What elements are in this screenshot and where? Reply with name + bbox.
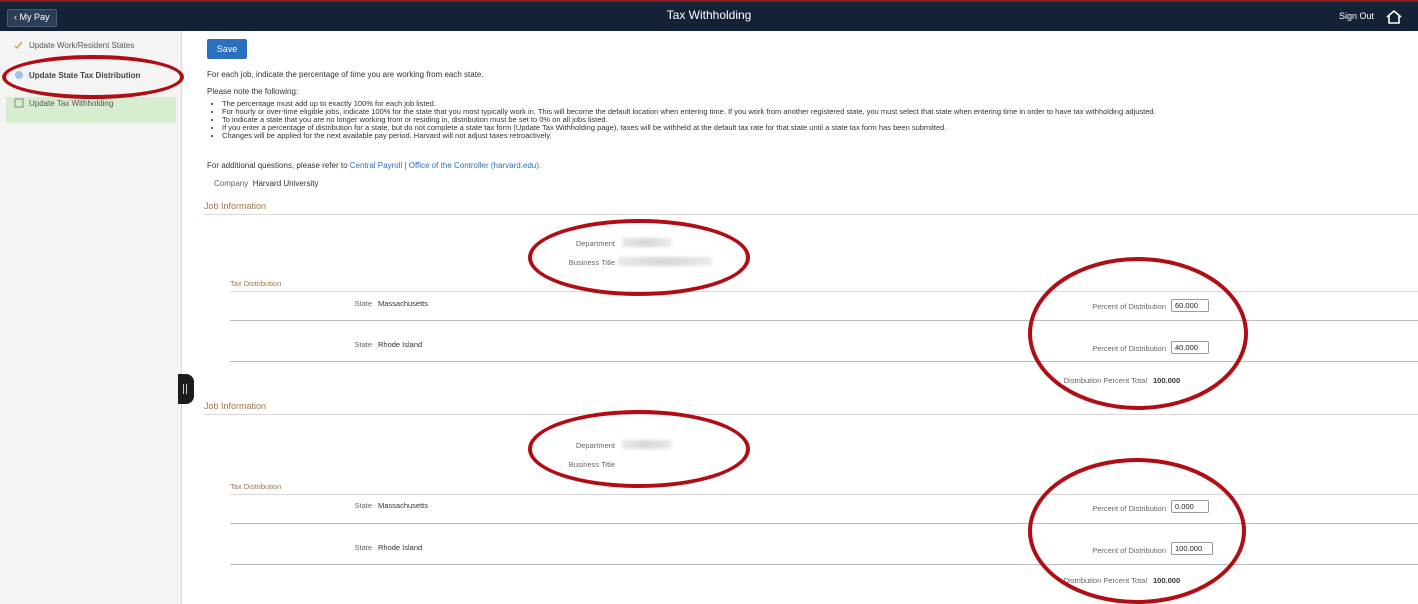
state-value: Massachusetts bbox=[378, 501, 429, 510]
save-button[interactable]: Save bbox=[207, 39, 247, 59]
distribution-total-label: Distribution Percent Total bbox=[1063, 376, 1147, 385]
percent-of-distribution-input[interactable] bbox=[1171, 299, 1209, 312]
page-title: Tax Withholding bbox=[666, 8, 752, 22]
company-row: Company Harvard University bbox=[214, 179, 319, 188]
distribution-total-value: 100.000 bbox=[1153, 576, 1181, 585]
percent-label: Percent of Distribution bbox=[1092, 546, 1166, 555]
state-label: State bbox=[354, 340, 372, 349]
job-information-header: Job Information bbox=[204, 401, 1418, 415]
notes-list: The percentage must add up to exactly 10… bbox=[212, 100, 1156, 140]
percent-of-distribution-input[interactable] bbox=[1171, 341, 1209, 354]
row-divider bbox=[230, 320, 1418, 321]
sidebar-item-update-state-tax-distribution[interactable]: Update State Tax Distribution bbox=[14, 67, 140, 83]
list-item: Changes will be applied for the next ava… bbox=[222, 132, 1156, 140]
distribution-total-value: 100.000 bbox=[1153, 376, 1181, 385]
sidebar-item-update-work-resident-states[interactable]: Update Work/Resident States bbox=[14, 37, 134, 53]
home-icon[interactable] bbox=[1384, 8, 1404, 26]
percent-icon bbox=[15, 71, 23, 79]
additional-prefix: For additional questions, please refer t… bbox=[207, 161, 348, 170]
form-icon bbox=[14, 98, 24, 108]
tax-distribution-header: Tax Distribution bbox=[230, 279, 1418, 292]
state-label: State bbox=[354, 543, 372, 552]
percent-of-distribution-input[interactable] bbox=[1171, 500, 1209, 513]
sidebar-item-update-tax-withholding[interactable]: Update Tax Withholding bbox=[14, 95, 113, 111]
department-value-redacted bbox=[622, 238, 672, 247]
sidebar-item-label: Update Tax Withholding bbox=[29, 98, 114, 108]
percent-label: Percent of Distribution bbox=[1092, 504, 1166, 513]
sign-out-link[interactable]: Sign Out bbox=[1339, 11, 1374, 21]
row-divider bbox=[230, 361, 1418, 362]
department-label: Department bbox=[575, 239, 615, 248]
distribution-total-label: Distribution Percent Total bbox=[1063, 576, 1147, 585]
sidebar: Update Work/Resident States Update State… bbox=[0, 31, 182, 604]
state-value: Rhode Island bbox=[378, 340, 423, 349]
tax-distribution-header: Tax Distribution bbox=[230, 482, 1418, 495]
company-label: Company bbox=[214, 179, 249, 188]
state-label: State bbox=[354, 299, 372, 308]
instruction-text: For each job, indicate the percentage of… bbox=[207, 70, 484, 79]
additional-questions: For additional questions, please refer t… bbox=[207, 161, 541, 170]
sidebar-item-label: Update Work/Resident States bbox=[29, 40, 135, 50]
percent-of-distribution-input[interactable] bbox=[1171, 542, 1213, 555]
central-payroll-link[interactable]: Central Payroll | Office of the Controll… bbox=[350, 161, 541, 170]
row-divider bbox=[230, 523, 1418, 524]
row-divider bbox=[230, 564, 1418, 565]
sidebar-item-label: Update State Tax Distribution bbox=[29, 70, 141, 80]
job-information-header: Job Information bbox=[204, 201, 1418, 215]
state-value: Rhode Island bbox=[378, 543, 423, 552]
main-content: Save For each job, indicate the percenta… bbox=[182, 31, 1418, 604]
percent-label: Percent of Distribution bbox=[1092, 344, 1166, 353]
company-value: Harvard University bbox=[252, 179, 319, 188]
business-title-value-redacted bbox=[618, 257, 712, 266]
note-heading: Please note the following: bbox=[207, 87, 299, 96]
pencil-check-icon bbox=[14, 41, 23, 50]
business-title-label: Business Title bbox=[568, 258, 615, 267]
top-bar: ‹ My Pay Tax Withholding Sign Out bbox=[0, 0, 1418, 31]
state-value: Massachusetts bbox=[378, 299, 429, 308]
business-title-label: Business Title bbox=[568, 460, 615, 469]
department-value-redacted bbox=[622, 440, 672, 449]
state-label: State bbox=[354, 501, 372, 510]
percent-label: Percent of Distribution bbox=[1092, 302, 1166, 311]
department-label: Department bbox=[575, 441, 615, 450]
